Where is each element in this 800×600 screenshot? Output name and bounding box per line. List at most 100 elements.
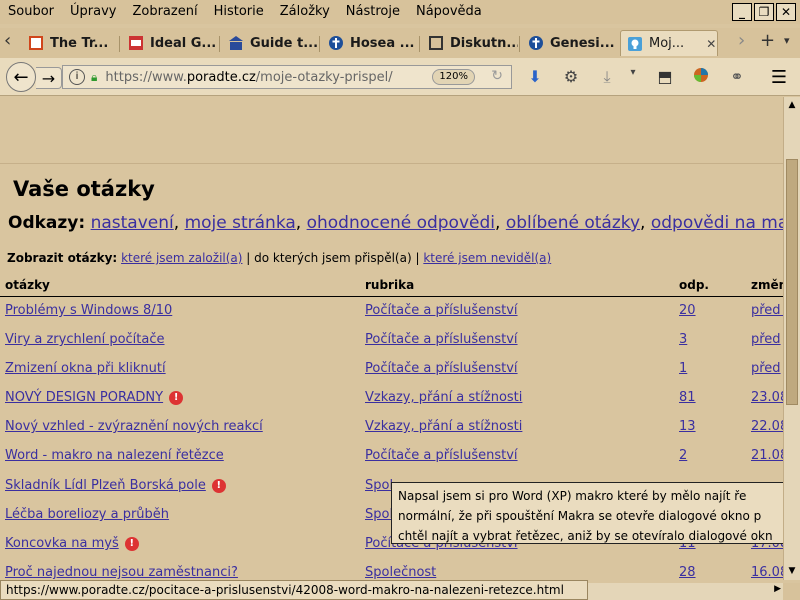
category-link[interactable]: Vzkazy, přání a stížnosti [365, 419, 522, 434]
new-tab-icon[interactable]: + [760, 30, 775, 51]
tab-label: Ideal G... [150, 35, 217, 51]
question-link[interactable]: Koncovka na myš [5, 536, 119, 551]
header-otazky[interactable]: otázky [5, 278, 50, 292]
lock-icon[interactable]: 🔒︎ [91, 70, 97, 85]
gear-icon[interactable]: ⚙ [560, 67, 582, 86]
answer-count-link[interactable]: 2 [679, 448, 687, 463]
close-tab-icon[interactable]: ✕ [706, 37, 716, 51]
question-link[interactable]: NOVÝ DESIGN PORADNY [5, 390, 163, 405]
tab-list-chevron-icon[interactable]: ▾ [784, 34, 790, 47]
category-link[interactable]: Počítače a příslušenství [365, 332, 518, 347]
category-link[interactable]: Spol [365, 478, 393, 493]
tab-4[interactable]: Hosea ... [322, 30, 418, 56]
question-link[interactable]: Skladník Lídl Plzeň Borská pole [5, 478, 206, 493]
category-link[interactable]: Počítače a příslušenství [365, 303, 518, 318]
header-zmena[interactable]: změn [751, 278, 783, 292]
changed-link[interactable]: před [751, 332, 781, 347]
changed-link[interactable]: 22.08 [751, 419, 783, 434]
extension-icon[interactable]: ⚭ [726, 67, 748, 86]
forward-button[interactable]: → [36, 67, 62, 89]
answer-count-link[interactable]: 20 [679, 303, 696, 318]
answer-count-link[interactable]: 1 [679, 361, 687, 376]
scroll-thumb[interactable] [786, 159, 798, 405]
answer-count-link[interactable]: 28 [679, 565, 696, 580]
tooltip-line: Napsal jsem si pro Word (XP) makro které… [398, 489, 747, 503]
status-bar: https://www.poradte.cz/pocitace-a-prislu… [0, 580, 588, 600]
alert-badge-icon: ! [169, 391, 184, 405]
menu-nastroje[interactable]: Nástroje [338, 0, 408, 24]
category-link[interactable]: Vzkazy, přání a stížnosti [365, 390, 522, 405]
question-link[interactable]: Léčba boreliozy a průběh [5, 507, 169, 522]
tab-1[interactable]: The Tr... [22, 30, 118, 56]
tab-strip: ‹ The Tr... Ideal G... Guide t... Hosea … [0, 28, 800, 58]
back-button[interactable]: ← [6, 62, 36, 92]
question-link[interactable]: Viry a zrychlení počítače [5, 332, 165, 347]
link-oblibene-otazky[interactable]: oblíbené otázky [506, 213, 640, 233]
menu-bar: Soubor Úpravy Zobrazení Historie Záložky… [0, 0, 800, 24]
category-link[interactable]: Společnost [365, 565, 436, 580]
tooltip-line: chtěl najít a vybrat řetězec, aniž by se… [398, 529, 773, 543]
changed-link[interactable]: 16.08 [751, 565, 783, 580]
downloads-icon[interactable]: ⤓ [596, 67, 618, 87]
filter-nevidel[interactable]: které jsem neviděl(a) [423, 251, 551, 265]
minimize-button[interactable]: _ [732, 3, 752, 21]
answer-count-link[interactable]: 81 [679, 390, 696, 405]
scroll-down-icon[interactable]: ▼ [784, 563, 800, 580]
link-odpovedi-na-mail[interactable]: odpovědi na mail [651, 213, 783, 233]
changed-link[interactable]: před [751, 361, 781, 376]
tab-6[interactable]: Genesi... [522, 30, 618, 56]
link-nastaveni[interactable]: nastavení [91, 213, 174, 233]
close-window-button[interactable]: ✕ [776, 3, 796, 21]
question-link[interactable]: Proč najednou nejsou zaměstnanci? [5, 565, 238, 580]
link-ohodnocene-odpovedi[interactable]: ohodnocené odpovědi [307, 213, 495, 233]
chevron-down-icon[interactable]: ▾ [622, 67, 644, 78]
pocket-icon[interactable]: ⬒ [654, 67, 676, 86]
question-link[interactable]: Problémy s Windows 8/10 [5, 303, 172, 318]
hamburger-menu-icon[interactable]: ☰ [768, 67, 790, 88]
url-bar[interactable]: i 🔒︎ https://www.poradte.cz/moje-otazky-… [62, 65, 512, 89]
link-moje-stranka[interactable]: moje stránka [185, 213, 296, 233]
horizontal-scrollbar[interactable]: ▶ [588, 583, 783, 600]
scroll-right-icon[interactable]: ▶ [774, 584, 781, 594]
tabs-scroll-right-icon[interactable]: › [738, 30, 745, 51]
category-link[interactable]: Spol [365, 507, 393, 522]
menu-upravy[interactable]: Úpravy [62, 0, 124, 24]
menu-napoveda[interactable]: Nápověda [408, 0, 490, 24]
header-odp[interactable]: odp. [679, 278, 709, 292]
answer-count-link[interactable]: 13 [679, 419, 696, 434]
vertical-scrollbar[interactable]: ▲ ▼ [783, 97, 800, 580]
menu-zobrazeni[interactable]: Zobrazení [124, 0, 205, 24]
color-extension-icon[interactable] [690, 67, 712, 87]
links-label: Odkazy: [8, 213, 86, 233]
tab-3[interactable]: Guide t... [222, 30, 318, 56]
category-link[interactable]: Počítače a příslušenství [365, 361, 518, 376]
answer-count-link[interactable]: 3 [679, 332, 687, 347]
menu-zalozky[interactable]: Záložky [272, 0, 338, 24]
alert-badge-icon: ! [124, 537, 139, 551]
question-link[interactable]: Nový vzhled - zvýraznění nových reakcí [5, 419, 263, 434]
changed-link[interactable]: 23.08 [751, 390, 783, 405]
changed-link[interactable]: před 1 [751, 303, 783, 318]
divider [0, 163, 783, 164]
header-rubrika[interactable]: rubrika [365, 278, 414, 292]
category-link[interactable]: Počítače a příslušenství [365, 448, 518, 463]
changed-link[interactable]: 21.08 [751, 448, 783, 463]
tab-7-active[interactable]: Moj... ✕ [620, 30, 718, 56]
bulb-icon [627, 36, 643, 52]
filter-zalozil[interactable]: které jsem založil(a) [121, 251, 242, 265]
question-link[interactable]: Word - makro na nalezení řetězce [5, 448, 224, 463]
info-icon[interactable]: i [69, 69, 85, 85]
reload-icon[interactable]: ↻ [491, 68, 503, 84]
window-controls: _ ❐ ✕ [732, 3, 796, 21]
menu-historie[interactable]: Historie [206, 0, 272, 24]
tab-2[interactable]: Ideal G... [122, 30, 218, 56]
tab-5[interactable]: Diskutn... [422, 30, 518, 56]
question-link[interactable]: Zmizení okna při kliknutí [5, 361, 166, 376]
menu-soubor[interactable]: Soubor [0, 0, 62, 24]
zoom-indicator[interactable]: 120% [432, 69, 475, 85]
square-red-icon [28, 35, 44, 51]
scroll-up-icon[interactable]: ▲ [784, 97, 800, 114]
download-arrow-icon[interactable]: ⬇ [524, 67, 546, 86]
tabs-scroll-left-icon[interactable]: ‹ [4, 30, 11, 51]
restore-button[interactable]: ❐ [754, 3, 774, 21]
